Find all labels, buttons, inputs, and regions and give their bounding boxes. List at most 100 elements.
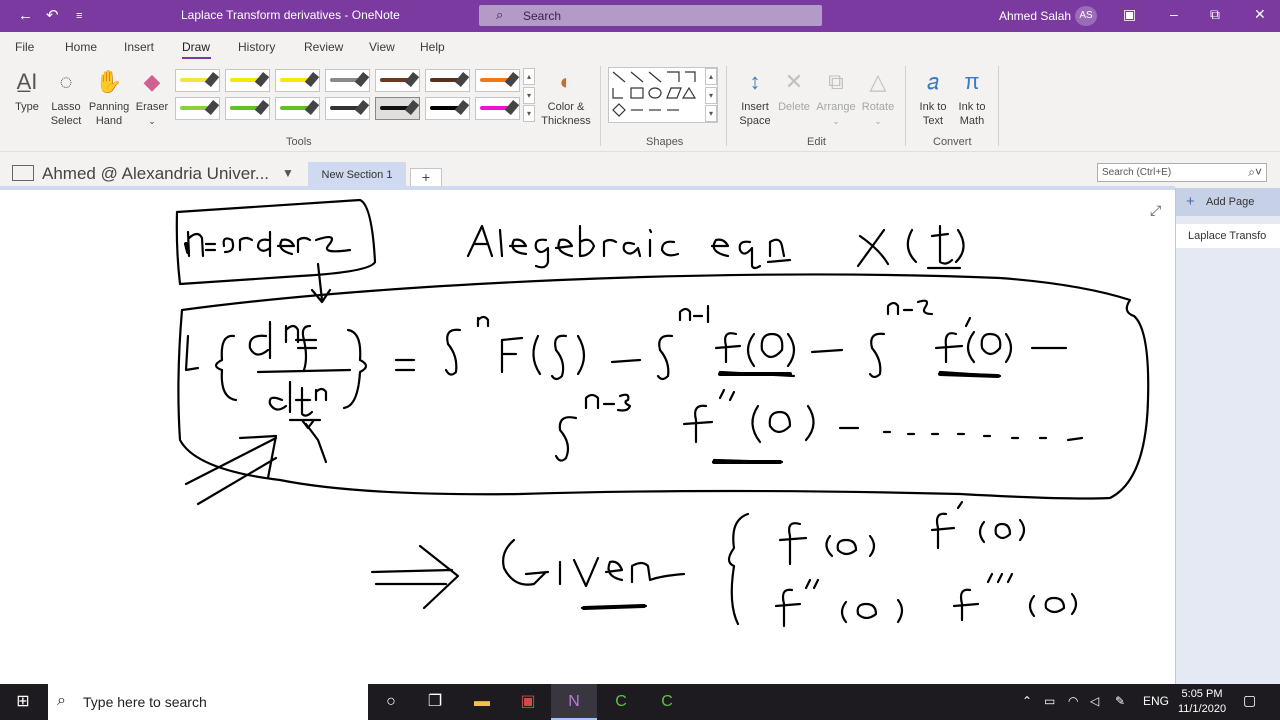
clock[interactable]: 5:05 PM 11/1/2020 [1174,687,1230,717]
avatar[interactable]: AS [1075,6,1097,26]
panning-hand-button[interactable]: ✋ Panning Hand [86,66,132,128]
delete-icon: ✕ [784,69,804,94]
ink-to-text-button[interactable]: 𝑎 Ink to Text [914,66,952,128]
camtasia-icon[interactable]: C [598,684,644,720]
back-icon[interactable]: ← [18,7,33,25]
pen-swatch[interactable] [225,69,270,92]
shapes-up-icon[interactable]: ▴ [705,68,717,85]
chevron-down-icon[interactable]: ▼ [282,166,294,180]
powerpoint-icon[interactable]: ▣ [505,684,551,720]
pen-icon [254,99,270,116]
lasso-icon: ◌ [59,69,73,94]
expand-icon[interactable]: ⤢ [1150,202,1161,219]
shapes-gallery[interactable] [608,67,718,123]
pen-icon [254,71,270,88]
arrange-button[interactable]: ⧉ Arrange ⌄ [814,66,858,128]
pen-icon[interactable]: ✎ [1115,694,1125,708]
rotate-icon: △ [869,69,887,94]
onenote-icon[interactable]: N [551,684,597,720]
tab-file[interactable]: File [15,40,34,54]
gallery-up-icon[interactable]: ▴ [523,68,535,85]
search-icon: ⌕ [496,7,504,22]
rotate-button[interactable]: △ Rotate ⌄ [858,66,898,128]
taskbar-search-input[interactable]: ⌕ Type here to search [48,684,368,720]
search-placeholder: Search [523,9,562,23]
wifi-icon[interactable]: ◠ [1068,694,1078,708]
shapes-more-icon[interactable]: ▾ [705,105,717,122]
pen-swatch[interactable] [275,69,320,92]
cortana-icon[interactable]: ○ [368,684,414,720]
delete-button[interactable]: ✕ Delete [776,66,812,114]
tab-view[interactable]: View [369,40,395,54]
pen-swatch[interactable] [175,97,220,120]
pen-swatch[interactable] [375,97,420,120]
minimize-icon[interactable]: – [1170,6,1178,22]
notebook-bar: Ahmed @ Alexandria Univer... ▼ New Secti… [0,152,1280,188]
ink-to-math-button[interactable]: π Ink to Math [953,66,991,128]
type-button[interactable]: A̲I Type [10,66,44,114]
user-name[interactable]: Ahmed Salah [999,9,1071,23]
tab-review[interactable]: Review [304,40,343,54]
tab-help[interactable]: Help [420,40,445,54]
page-item[interactable]: Laplace Transfo [1176,224,1280,248]
ribbon-tabs: File Home Insert Draw History Review Vie… [0,32,1280,60]
file-explorer-icon[interactable]: ▬ [459,684,505,720]
shapes-icon [612,71,697,117]
chevron-down-icon: ⌄ [874,116,882,126]
gallery-more-icon[interactable]: ▾ [523,105,535,122]
separator [905,66,906,146]
pen-icon [204,99,220,116]
section-tab[interactable]: New Section 1 [308,162,406,188]
tab-home[interactable]: Home [65,40,97,54]
color-thickness-button[interactable]: ◐ Color & Thickness [540,66,592,128]
pen-swatch[interactable] [375,69,420,92]
gallery-down-icon[interactable]: ▾ [523,87,535,104]
pen-swatch[interactable] [425,97,470,120]
camtasia-recorder-icon[interactable]: C [644,684,690,720]
ribbon-display-icon[interactable]: ▣ [1123,6,1136,23]
taskbar: ⊞ ⌕ Type here to search ○ ❐ ▬ ▣ N C C ⌃ … [0,684,1280,720]
pen-swatch[interactable] [325,69,370,92]
pen-swatch[interactable] [425,69,470,92]
handwritten-ink [175,198,1150,628]
notification-icon[interactable]: ▢ [1243,692,1256,709]
pen-swatch[interactable] [325,97,370,120]
close-icon[interactable]: ✕ [1254,6,1266,23]
pen-swatch[interactable] [225,97,270,120]
tab-history[interactable]: History [238,40,275,54]
add-section-button[interactable]: + [410,168,442,188]
pen-icon [354,71,370,88]
restore-icon[interactable]: ⧉ [1210,6,1220,23]
undo-icon[interactable]: ↶ [46,7,59,25]
pen-swatch[interactable] [475,69,520,92]
notebook-search-input[interactable]: Search (Ctrl+E) ⌕˅ [1097,163,1267,182]
tab-insert[interactable]: Insert [124,40,154,54]
tab-draw[interactable]: Draw [182,40,210,54]
search-box[interactable]: ⌕ Search [479,5,822,26]
add-page-button[interactable]: + Add Page [1176,188,1280,216]
eraser-button[interactable]: ◆ Eraser ⌄ [133,66,171,128]
note-canvas[interactable] [0,190,1175,684]
shapes-down-icon[interactable]: ▾ [705,87,717,104]
windows-start-icon[interactable]: ⊞ [0,684,46,720]
notebook-icon [12,165,34,181]
notebook-name[interactable]: Ahmed @ Alexandria Univer... [42,164,269,184]
separator [600,66,601,146]
eraser-icon: ◆ [143,69,161,94]
volume-icon[interactable]: ◁ [1090,694,1099,708]
pen-swatch[interactable] [175,69,220,92]
pen-icon [454,71,470,88]
lasso-select-button[interactable]: ◌ Lasso Select [46,66,86,128]
shapes-group-label: Shapes [646,136,684,148]
type-icon: A̲I [16,69,38,94]
language-indicator[interactable]: ENG [1143,694,1169,708]
plus-icon: + [1186,193,1195,210]
insert-space-button[interactable]: ↕ Insert Space [736,66,774,128]
battery-icon[interactable]: ▭ [1044,694,1055,708]
pen-swatch[interactable] [475,97,520,120]
palette-icon: ◐ [559,69,573,94]
quick-access-chevron-icon[interactable]: ≡ [76,7,82,25]
chevron-up-icon[interactable]: ⌃ [1022,694,1032,708]
pen-swatch[interactable] [275,97,320,120]
task-view-icon[interactable]: ❐ [412,684,458,720]
